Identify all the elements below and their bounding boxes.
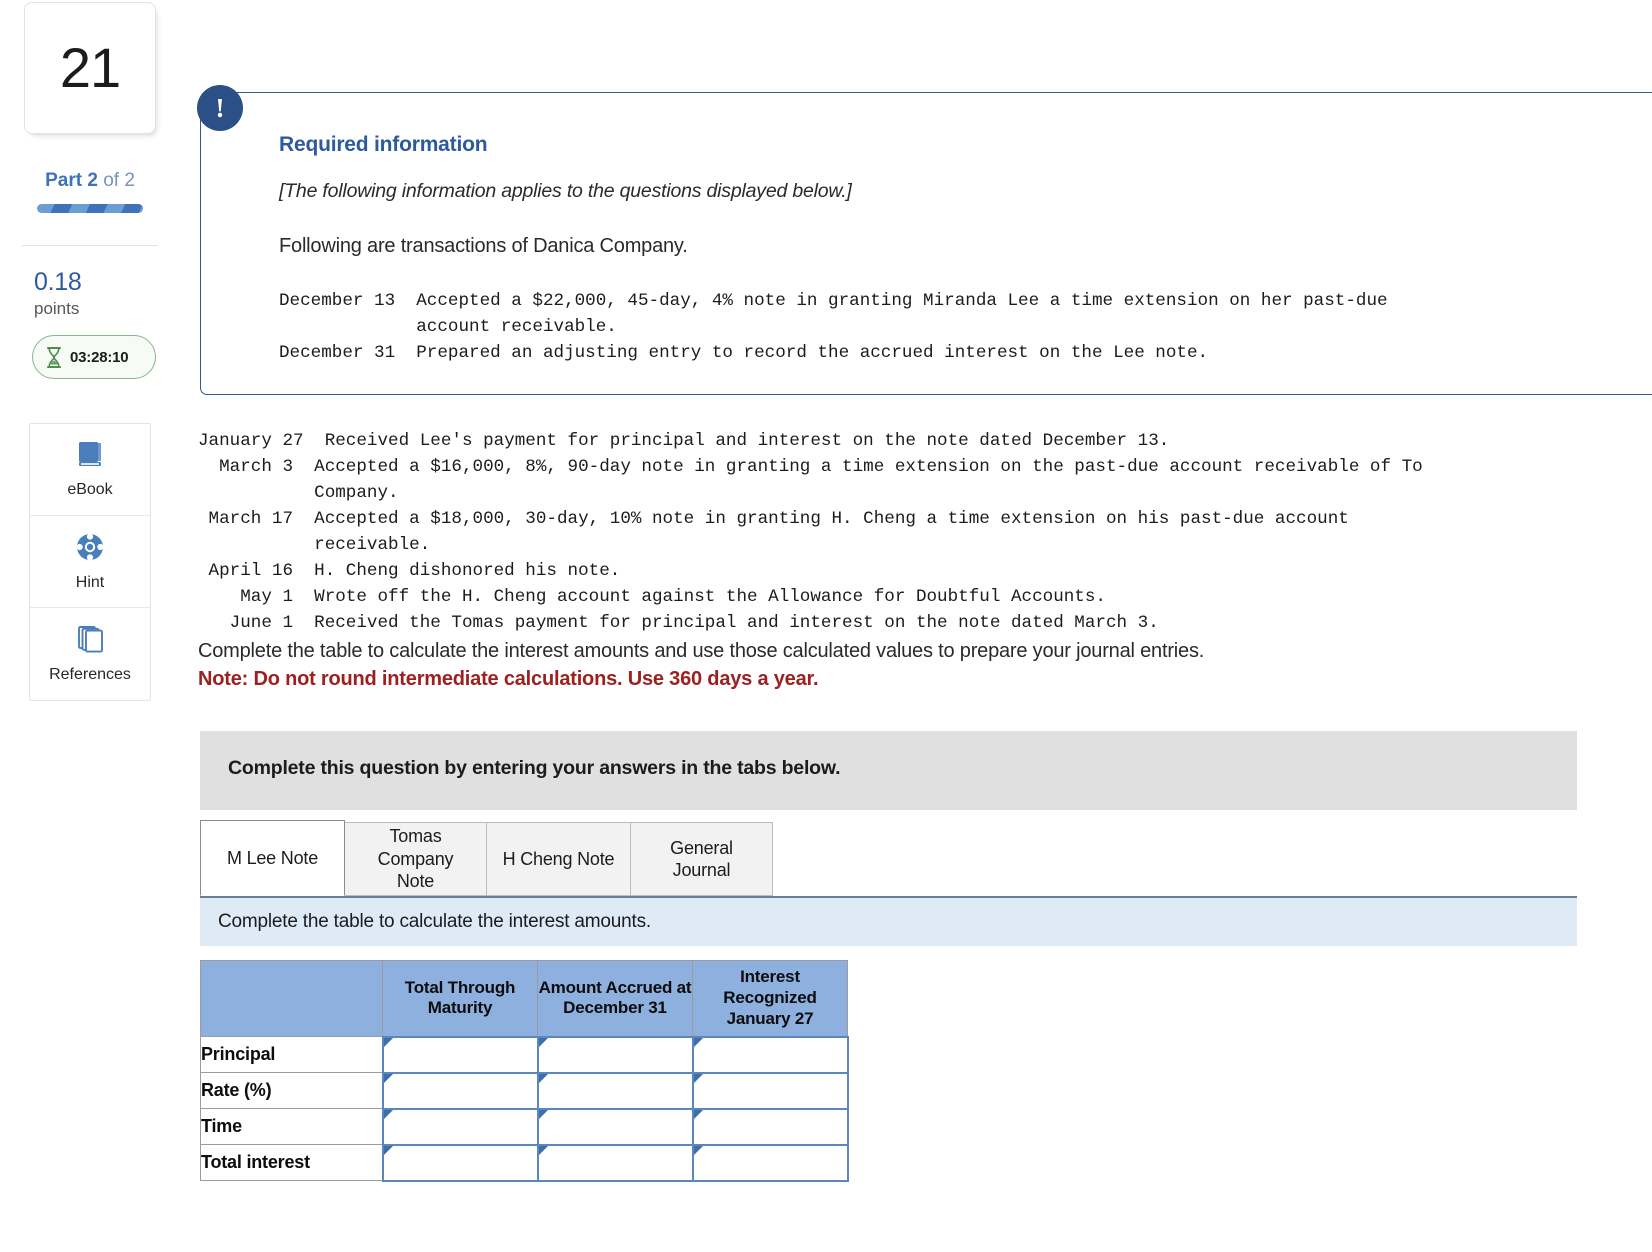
cell-time-accrued-dec31[interactable] [536,1107,694,1146]
tab-h-cheng-note[interactable]: H Cheng Note [486,822,631,896]
callout-lead: Following are transactions of Danica Com… [279,235,688,257]
input-total-interest-recognized[interactable] [693,1145,847,1180]
timer-value: 03:28:10 [70,348,129,366]
sub-instruction-bar: Complete the table to calculate the inte… [200,896,1577,946]
main-content: ! Required information [The following in… [186,0,1652,1252]
timer-badge: 03:28:10 [32,335,156,379]
book-icon [75,440,105,474]
required-information-callout: ! Required information [The following in… [197,85,1652,395]
part-progress-bar [37,204,143,213]
header-total-through-maturity: Total Through Maturity [382,960,538,1037]
tab-instruction-text: Complete this question by entering your … [228,757,841,779]
tab-general-journal[interactable]: General Journal [630,822,773,896]
ebook-button[interactable]: eBook [30,424,150,516]
callout-body: Required information [The following info… [201,93,1652,366]
cell-rate-accrued-dec31[interactable] [536,1071,694,1110]
input-principal-recognized[interactable] [693,1037,847,1072]
tool-panel: eBook Hint References [29,423,151,701]
input-time-recognized[interactable] [693,1109,847,1144]
row-label-principal: Principal [200,1036,383,1073]
references-button[interactable]: References [30,608,150,700]
input-time-accrued[interactable] [538,1109,692,1144]
callout-title: Required information [279,133,488,156]
sidebar-divider [22,245,158,246]
input-rate-accrued[interactable] [538,1073,692,1108]
points-label: points [34,299,80,318]
lifebuoy-icon [75,532,105,567]
rounding-note: Note: Do not round intermediate calculat… [198,668,819,690]
cell-total-interest-accrued-dec31[interactable] [536,1143,694,1182]
exclamation-icon: ! [197,85,243,131]
table-row: Principal [200,1035,849,1074]
interest-calculation-table: Total Through Maturity Amount Accrued at… [200,960,849,1182]
pages-stack-icon [75,624,105,659]
assignment-page: 21 Part 2 of 2 0.18 points 03:28:10 eBoo… [0,0,1652,1252]
header-interest-recognized-january-27: Interest Recognized January 27 [692,960,848,1037]
tab-m-lee-note[interactable]: M Lee Note [200,820,345,896]
question-number: 21 [59,36,121,99]
input-time-total[interactable] [383,1109,537,1144]
transactions-top: December 13 Accepted a $22,000, 45-day, … [279,291,1388,364]
references-label: References [49,666,131,683]
instruction-line: Complete the table to calculate the inte… [198,640,1205,662]
input-total-interest-accrued[interactable] [538,1145,692,1180]
cell-time-recognized-jan27[interactable] [691,1107,849,1146]
input-principal-accrued[interactable] [538,1037,692,1072]
cell-rate-recognized-jan27[interactable] [691,1071,849,1110]
cell-total-interest-recognized-jan27[interactable] [691,1143,849,1182]
header-amount-accrued-december-31: Amount Accrued at December 31 [537,960,693,1037]
table-row: Time [200,1107,849,1146]
hint-button[interactable]: Hint [30,516,150,608]
table-row: Total interest [200,1143,849,1182]
cell-rate-total-through-maturity[interactable] [381,1071,539,1110]
cell-time-total-through-maturity[interactable] [381,1107,539,1146]
callout-applies-note: [The following information applies to th… [279,180,852,202]
question-number-card: 21 [24,2,160,138]
row-label-total-interest: Total interest [200,1144,383,1181]
points-value: 0.18 [34,268,82,296]
input-rate-total[interactable] [383,1073,537,1108]
table-row: Rate (%) [200,1071,849,1110]
row-label-rate: Rate (%) [200,1072,383,1109]
hourglass-icon [46,346,62,368]
cell-principal-total-through-maturity[interactable] [381,1035,539,1074]
table-corner-header [200,960,383,1037]
part-indicator: Part 2 of 2 [0,170,180,192]
cell-total-interest-total-through-maturity[interactable] [381,1143,539,1182]
tab-instruction-banner: Complete this question by entering your … [200,731,1577,810]
answer-tabs: M Lee Note Tomas Company Note H Cheng No… [200,820,773,896]
input-rate-recognized[interactable] [693,1073,847,1108]
cell-principal-accrued-dec31[interactable] [536,1035,694,1074]
hint-label: Hint [75,573,105,591]
input-principal-total[interactable] [383,1037,537,1072]
row-label-time: Time [200,1108,383,1145]
table-header-row: Total Through Maturity Amount Accrued at… [200,960,848,1037]
ebook-label: eBook [67,481,113,498]
part-prefix: Part [45,170,83,191]
tab-tomas-company-note[interactable]: Tomas Company Note [344,822,487,896]
input-total-interest-total[interactable] [383,1145,537,1180]
transactions-continued: January 27 Received Lee's payment for pr… [198,431,1423,634]
part-total: of 2 [103,170,135,191]
cell-principal-recognized-jan27[interactable] [691,1035,849,1074]
question-sidebar: 21 Part 2 of 2 0.18 points 03:28:10 eBoo… [0,0,180,1252]
part-current: 2 [87,170,98,191]
